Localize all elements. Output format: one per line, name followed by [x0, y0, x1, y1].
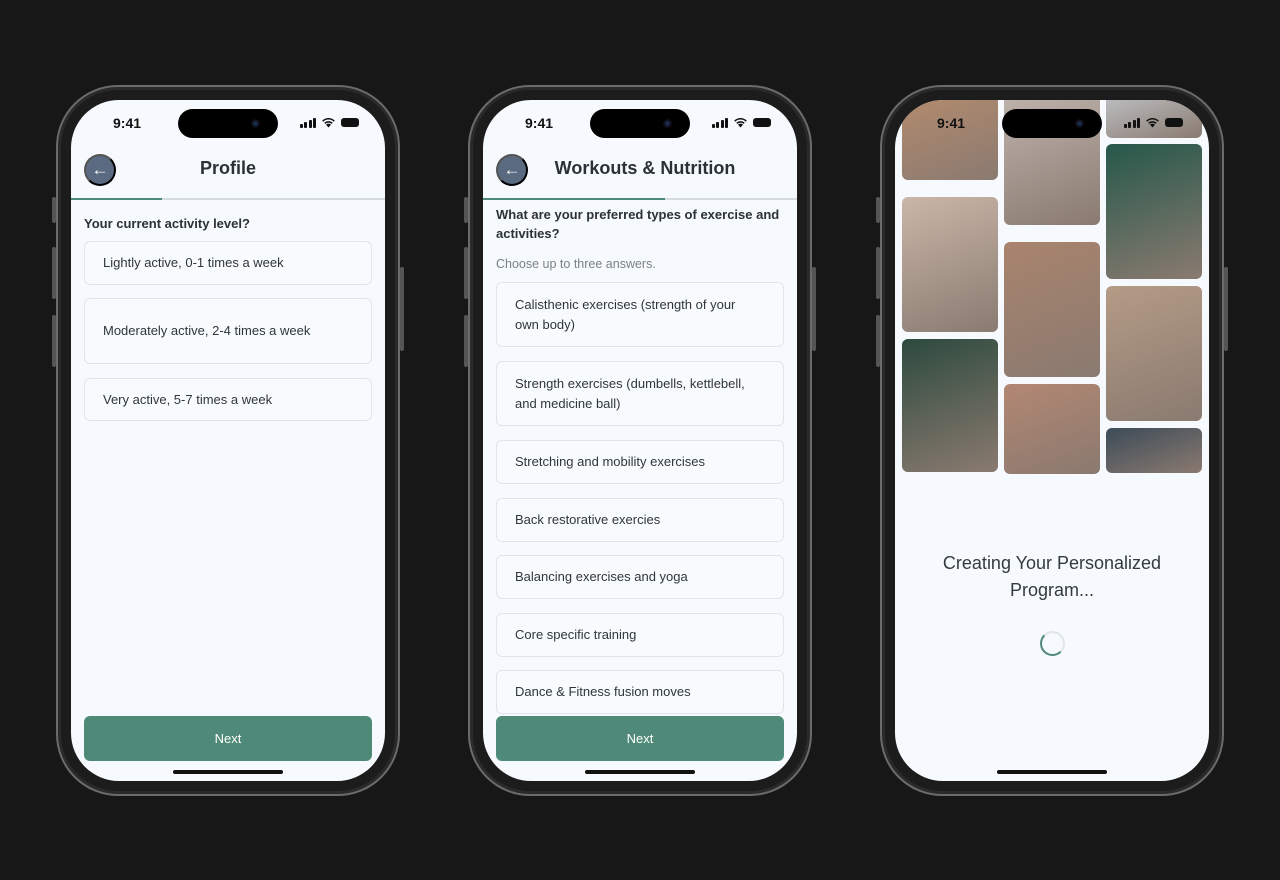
- camera-icon: [1075, 119, 1084, 128]
- answer-option[interactable]: Core specific training: [496, 613, 784, 657]
- workout-photo: [902, 197, 998, 332]
- battery-icon: [341, 118, 359, 127]
- answer-option[interactable]: Balancing exercises and yoga: [496, 555, 784, 599]
- home-indicator: [585, 770, 695, 774]
- workout-photo: [1004, 242, 1100, 377]
- dynamic-island: [178, 109, 278, 138]
- status-time: 9:41: [525, 115, 554, 131]
- status-time: 9:41: [937, 115, 966, 131]
- answer-option[interactable]: Moderately active, 2-4 times a week: [84, 298, 372, 364]
- battery-icon: [753, 118, 771, 127]
- answer-option[interactable]: Lightly active, 0-1 times a week: [84, 241, 372, 285]
- status-time: 9:41: [113, 115, 142, 131]
- page-title: Profile: [199, 158, 256, 178]
- question: Your current activity level?: [84, 216, 250, 231]
- signal-icon: [299, 117, 316, 128]
- question: What are your preferred types of exercis…: [496, 207, 780, 241]
- screen: 9:41 Creating Your Personalized Program.…: [895, 100, 1209, 781]
- phone-1: 9:41 ← Profile Your current activity lev…: [52, 85, 404, 796]
- home-indicator: [173, 770, 283, 774]
- camera-icon: [251, 119, 260, 128]
- question-hint: Choose up to three answers.: [496, 257, 656, 271]
- answer-option[interactable]: Calisthenic exercises (strength of your …: [496, 282, 784, 347]
- answer-option[interactable]: Back restorative exercies: [496, 498, 784, 542]
- wifi-icon: [734, 118, 747, 128]
- answer-option[interactable]: Very active, 5-7 times a week: [84, 378, 372, 421]
- phone-2: 9:41 ← Workouts & Nutrition What are you…: [464, 85, 816, 796]
- next-button[interactable]: Next: [84, 716, 372, 761]
- loading-text: Creating Your Personalized Program...: [942, 553, 1162, 600]
- workout-photo: [1106, 144, 1202, 279]
- workout-photo: [902, 100, 998, 180]
- screen: 9:41 ← Workouts & Nutrition What are you…: [483, 100, 797, 781]
- workout-photo: [1004, 384, 1100, 474]
- home-indicator: [997, 770, 1107, 774]
- next-button[interactable]: Next: [496, 716, 784, 761]
- progress-bar: [71, 198, 385, 200]
- dynamic-island: [590, 109, 690, 138]
- answer-option[interactable]: Dance & Fitness fusion moves: [496, 670, 784, 714]
- workout-photo: [1106, 428, 1202, 473]
- wifi-icon: [1146, 118, 1159, 128]
- signal-icon: [711, 117, 728, 128]
- progress-bar: [483, 198, 797, 200]
- workout-photo: [1106, 286, 1202, 421]
- wifi-icon: [322, 118, 335, 128]
- battery-icon: [1165, 118, 1183, 127]
- answer-option[interactable]: Stretching and mobility exercises: [496, 440, 784, 484]
- phone-3: 9:41 Creating Your Personalized Program.…: [876, 85, 1228, 796]
- screen: 9:41 ← Profile Your current activity lev…: [71, 100, 385, 781]
- page-title: Workouts & Nutrition: [554, 158, 736, 178]
- camera-icon: [663, 119, 672, 128]
- workout-photo: [902, 339, 998, 472]
- spinner-icon: [1040, 631, 1065, 656]
- answer-option[interactable]: Strength exercises (dumbells, kettlebell…: [496, 361, 784, 426]
- dynamic-island: [1002, 109, 1102, 138]
- signal-icon: [1123, 117, 1140, 128]
